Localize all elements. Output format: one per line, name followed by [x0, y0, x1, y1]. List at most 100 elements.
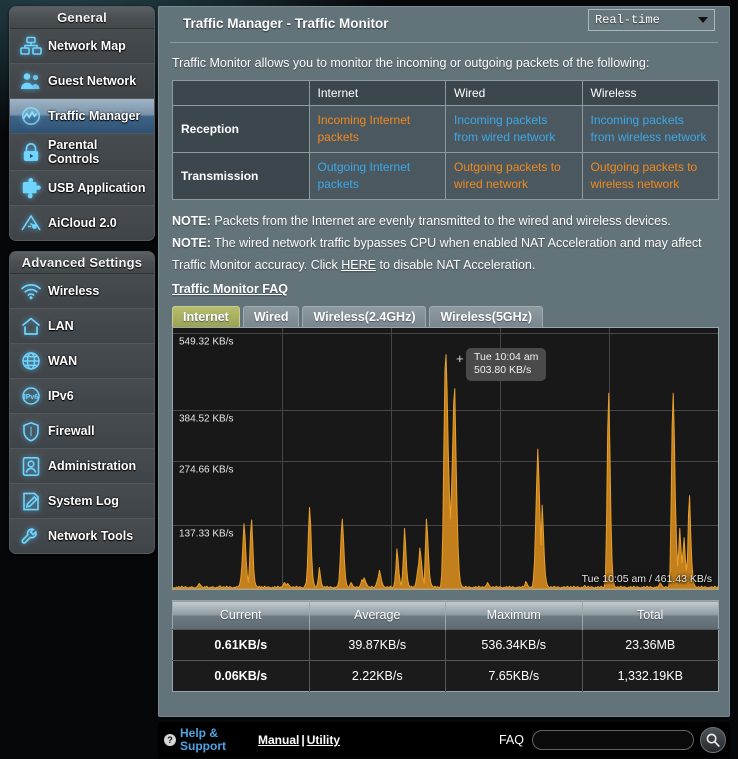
tab-wireless-24[interactable]: Wireless(2.4GHz) — [302, 306, 427, 327]
sidebar-label-aicloud: AiCloud 2.0 — [48, 216, 117, 230]
stats-rx-current: 0.61KB/s — [172, 629, 310, 661]
stats-tx-current: 0.06KB/s — [172, 660, 310, 692]
lan-icon — [16, 313, 46, 339]
sidebar-item-ipv6[interactable]: IPv6 IPv6 — [10, 379, 154, 414]
stats-tx-average: 2.22KB/s — [309, 660, 446, 692]
row-header-transmission: Transmission — [172, 152, 310, 200]
stats-tx-maximum: 7.65KB/s — [445, 660, 583, 692]
sidebar-item-system-log[interactable]: System Log — [10, 484, 154, 519]
sidebar: General Network Map Guest Network Traffi… — [9, 6, 155, 564]
utility-link[interactable]: Utility — [307, 733, 340, 747]
chevron-down-icon — [698, 17, 708, 23]
usb-application-icon — [16, 175, 46, 201]
search-button[interactable] — [700, 727, 726, 753]
sidebar-item-usb-application[interactable]: USB Application — [10, 171, 154, 206]
help-support-label: Help & Support — [180, 726, 226, 753]
sidebar-group-general: General Network Map Guest Network Traffi… — [9, 6, 155, 241]
sidebar-label-traffic-manager: Traffic Manager — [48, 109, 141, 123]
sidebar-item-guest-network[interactable]: Guest Network — [10, 64, 154, 99]
sidebar-item-administration[interactable]: Administration — [10, 449, 154, 484]
cell-reception-wireless: Incoming packets from wireless network — [581, 105, 719, 153]
svg-text:137.33 KB/s: 137.33 KB/s — [179, 529, 233, 540]
traffic-chart[interactable]: 549.32 KB/s 384.52 KB/s 274.66 KB/s 137.33 … — [172, 327, 719, 590]
page-footer: ? Help & Support Manual | Utility FAQ — [158, 722, 730, 758]
svg-text:384.52 KB/s: 384.52 KB/s — [179, 414, 233, 425]
table-row-reception: Reception Incoming Internet packets Inco… — [172, 105, 719, 153]
sidebar-label-wan: WAN — [48, 354, 78, 368]
faq-label: FAQ — [498, 733, 524, 747]
stats-col-maximum: Maximum — [445, 600, 583, 630]
cell-transmission-wired: Outgoing packets to wired network — [445, 152, 583, 200]
administration-icon — [16, 453, 46, 479]
footer-links: Manual | Utility — [258, 733, 340, 747]
wireless-icon — [16, 278, 46, 304]
faq-search-input[interactable] — [532, 730, 694, 750]
sidebar-label-system-log: System Log — [48, 494, 119, 508]
mode-select-value: Real-time — [595, 13, 660, 27]
help-support-link[interactable]: ? Help & Support — [164, 727, 236, 753]
sidebar-label-ipv6: IPv6 — [48, 389, 74, 403]
sidebar-item-wireless[interactable]: Wireless — [10, 274, 154, 309]
stats-rx-total: 23.36MB — [582, 629, 719, 661]
network-tools-icon — [16, 523, 46, 549]
wan-icon — [16, 348, 46, 374]
sidebar-item-traffic-manager[interactable]: Traffic Manager — [10, 99, 154, 134]
intro-text: Traffic Monitor allows you to monitor th… — [172, 56, 650, 70]
sidebar-item-parental-controls[interactable]: Parental Controls — [10, 134, 154, 171]
col-internet: Internet — [308, 80, 446, 106]
nat-acceleration-link[interactable]: HERE — [341, 258, 376, 272]
tab-wired[interactable]: Wired — [242, 306, 300, 327]
sidebar-label-lan: LAN — [48, 319, 74, 333]
sidebar-item-wan[interactable]: WAN — [10, 344, 154, 379]
cell-reception-wired: Incoming packets from wired network — [445, 105, 583, 153]
traffic-monitor-faq-link[interactable]: Traffic Monitor FAQ — [172, 282, 288, 296]
sidebar-item-firewall[interactable]: Firewall — [10, 414, 154, 449]
note-1-prefix: NOTE: — [172, 214, 211, 228]
note-2-prefix: NOTE: — [172, 236, 211, 250]
sidebar-label-administration: Administration — [48, 459, 137, 473]
chart-cursor-icon: + — [456, 351, 464, 366]
note-block: NOTE: Packets from the Internet are even… — [159, 200, 729, 276]
note-2-part2: to disable NAT Acceleration. — [376, 258, 536, 272]
manual-link[interactable]: Manual — [258, 733, 299, 747]
sidebar-label-network-map: Network Map — [48, 39, 126, 53]
col-wired: Wired — [445, 80, 583, 106]
sidebar-label-parental-controls: Parental Controls — [48, 138, 100, 166]
network-map-icon — [16, 33, 46, 59]
row-header-reception: Reception — [172, 105, 310, 153]
sidebar-item-network-tools[interactable]: Network Tools — [10, 519, 154, 553]
note-2: NOTE: The wired network traffic bypasses… — [172, 232, 716, 276]
sidebar-item-network-map[interactable]: Network Map — [10, 29, 154, 64]
parental-controls-icon — [16, 139, 46, 165]
chart-footer-label: Tue 10:05 am / 461.43 KB/s — [581, 573, 712, 585]
mode-select-dropdown[interactable]: Real-time — [588, 9, 715, 31]
table-header-row: Internet Wired Wireless — [172, 80, 719, 106]
traffic-chart-svg: 549.32 KB/s 384.52 KB/s 274.66 KB/s 137.33 … — [173, 328, 718, 589]
traffic-manager-icon — [16, 103, 46, 129]
stats-tx-total: 1,332.19KB — [582, 660, 719, 692]
sidebar-group-title-general: General — [10, 7, 154, 29]
question-mark-icon: ? — [164, 734, 176, 746]
system-log-icon — [16, 488, 46, 514]
traffic-legend-table: Internet Wired Wireless Reception Incomi… — [172, 80, 719, 200]
stats-rx-average: 39.87KB/s — [309, 629, 446, 661]
svg-text:IPv6: IPv6 — [24, 394, 39, 401]
tab-internet[interactable]: Internet — [172, 306, 240, 327]
stats-col-current: Current — [172, 600, 310, 630]
chart-tabs: Internet Wired Wireless(2.4GHz) Wireless… — [172, 306, 729, 327]
tab-wireless-5[interactable]: Wireless(5GHz) — [429, 306, 544, 327]
firewall-icon — [16, 418, 46, 444]
sidebar-label-network-tools: Network Tools — [48, 529, 134, 543]
stats-row-reception: 0.61KB/s 39.87KB/s 536.34KB/s 23.36MB — [172, 629, 719, 661]
sidebar-item-aicloud[interactable]: AiCloud 2.0 — [10, 206, 154, 240]
svg-text:274.66 KB/s: 274.66 KB/s — [179, 465, 233, 476]
stats-rx-maximum: 536.34KB/s — [445, 629, 583, 661]
sidebar-item-lan[interactable]: LAN — [10, 309, 154, 344]
sidebar-group-title-advanced: Advanced Settings — [10, 252, 154, 274]
sidebar-group-advanced-settings: Advanced Settings Wireless LAN WAN IPv6 … — [9, 251, 155, 554]
stats-col-average: Average — [309, 600, 446, 630]
stats-header-row: Current Average Maximum Total — [172, 600, 719, 630]
panel-header: Traffic Manager - Traffic Monitor Real-t… — [170, 7, 718, 43]
footer-link-separator: | — [301, 733, 305, 747]
note-1-text: Packets from the Internet are evenly tra… — [210, 214, 671, 228]
